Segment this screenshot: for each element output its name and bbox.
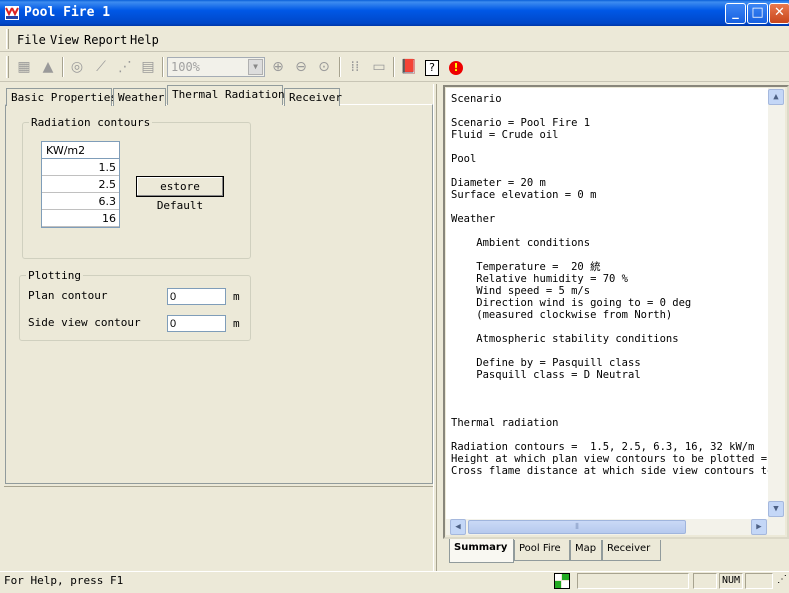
radiation-icon[interactable]: ◎ bbox=[67, 57, 87, 77]
summary-line: Fluid = Crude oil bbox=[451, 129, 559, 141]
summary-line: Diameter = 20 m bbox=[451, 177, 546, 189]
summary-line: Temperature = 20 統 bbox=[451, 261, 601, 273]
summary-line: Scenario bbox=[451, 93, 502, 105]
maximize-icon: □ bbox=[751, 5, 764, 20]
summary-line: Direction wind is going to = 0 deg bbox=[451, 297, 692, 309]
menu-report[interactable]: Report bbox=[84, 33, 127, 47]
menu-help[interactable]: Help bbox=[130, 33, 159, 47]
contour-graph-icon[interactable]: ⋰ bbox=[115, 57, 135, 77]
table-row[interactable]: 2.5 bbox=[42, 176, 119, 193]
book-icon[interactable]: 📕 bbox=[399, 57, 419, 77]
tab-bottom-receiver[interactable]: Receiver bbox=[602, 540, 661, 561]
left-bottom-pane bbox=[4, 486, 433, 570]
toolbar-separator bbox=[162, 57, 164, 77]
scroll-down-icon[interactable]: ▼ bbox=[768, 501, 784, 517]
tab-pool-fire[interactable]: Pool Fire bbox=[514, 540, 570, 561]
tab-basic-properties[interactable]: Basic Properties bbox=[6, 88, 117, 106]
minimize-button[interactable]: _ bbox=[725, 3, 746, 24]
scroll-right-icon[interactable]: ▶ bbox=[751, 519, 767, 535]
summary-line: Wind speed = 5 m/s bbox=[451, 285, 591, 297]
summary-line: (measured clockwise from North) bbox=[451, 309, 673, 321]
report-icon[interactable]: ▤ bbox=[138, 57, 158, 77]
status-pane-scrl bbox=[745, 573, 773, 589]
status-pane-cap bbox=[693, 573, 717, 589]
graph-icon[interactable]: ⟋ bbox=[91, 57, 111, 77]
menu-view[interactable]: View bbox=[50, 33, 79, 47]
side-view-contour-unit: m bbox=[233, 317, 240, 330]
tab-weather[interactable]: Weather bbox=[113, 88, 166, 106]
alert-icon[interactable]: ! bbox=[446, 57, 466, 77]
zoom-out-icon[interactable]: ⊖ bbox=[291, 57, 311, 77]
pool-shape-icon[interactable]: ▲ bbox=[38, 57, 58, 77]
grid-icon[interactable]: ⁞⁞ bbox=[345, 57, 365, 77]
radiation-contours-title: Radiation contours bbox=[29, 116, 153, 129]
table-row[interactable]: 32 bbox=[42, 227, 119, 228]
status-pane-blank bbox=[577, 573, 689, 589]
summary-line: Height at which plan view contours to be… bbox=[451, 453, 768, 465]
plan-contour-input[interactable] bbox=[167, 288, 226, 305]
status-num-indicator: NUM bbox=[719, 573, 743, 589]
pane-splitter[interactable] bbox=[433, 84, 437, 572]
table-row[interactable]: 6.3 bbox=[42, 193, 119, 210]
plotting-title: Plotting bbox=[26, 269, 83, 282]
scroll-up-icon[interactable]: ▲ bbox=[768, 89, 784, 105]
toolbar-separator bbox=[339, 57, 341, 77]
tab-thermal-radiation[interactable]: Thermal Radiation bbox=[167, 85, 285, 105]
table-row[interactable]: 1.5 bbox=[42, 159, 119, 176]
help-icon[interactable]: ? bbox=[422, 57, 442, 77]
summary-line: Define by = Pasquill class bbox=[451, 357, 641, 369]
table-row[interactable]: 16 bbox=[42, 210, 119, 227]
close-icon: ✕ bbox=[774, 5, 785, 20]
side-view-contour-label: Side view contour bbox=[28, 316, 141, 329]
vertical-scrollbar[interactable]: ▲ ▼ bbox=[768, 88, 785, 519]
summary-line: Cross flame distance at which side view … bbox=[451, 465, 768, 477]
legend-icon[interactable]: ▭ bbox=[369, 57, 389, 77]
toolbar-grip[interactable] bbox=[6, 56, 9, 78]
summary-line: Atmospheric stability conditions bbox=[451, 333, 679, 345]
toolbar-separator bbox=[62, 57, 64, 77]
summary-line: Weather bbox=[451, 213, 496, 225]
plan-contour-label: Plan contour bbox=[28, 289, 108, 302]
resize-grip-icon[interactable]: ⋰ bbox=[775, 573, 789, 589]
summary-line: Scenario = Pool Fire 1 bbox=[451, 117, 591, 129]
restore-default-button[interactable]: estore Default bbox=[136, 176, 224, 212]
horizontal-scroll-thumb[interactable]: ⦀ bbox=[468, 520, 686, 534]
close-button[interactable]: ✕ bbox=[769, 3, 789, 24]
menu-bar: File View Report Help bbox=[0, 26, 789, 52]
table-header: KW/m2 bbox=[42, 142, 119, 159]
menu-file[interactable]: File bbox=[17, 33, 46, 47]
summary-line: Surface elevation = 0 m bbox=[451, 189, 597, 201]
summary-line: Radiation contours = 1.5, 2.5, 6.3, 16, … bbox=[451, 441, 755, 453]
zoom-in-icon[interactable]: ⊕ bbox=[268, 57, 288, 77]
summary-line: Pool bbox=[451, 153, 477, 165]
status-grid-icon bbox=[554, 573, 570, 589]
app-logo-icon bbox=[5, 6, 19, 20]
radiation-contours-table[interactable]: KW/m2 1.5 2.5 6.3 16 32 bbox=[41, 141, 120, 228]
zoom-value: 100% bbox=[171, 60, 200, 74]
chevron-down-icon[interactable]: ▼ bbox=[248, 59, 263, 75]
summary-text-area[interactable]: Scenario Scenario = Pool Fire 1 Fluid = Cr… bbox=[446, 88, 768, 519]
scroll-left-icon[interactable]: ◀ bbox=[450, 519, 466, 535]
minimize-icon: _ bbox=[732, 5, 739, 20]
window-title: Pool Fire 1 bbox=[24, 5, 111, 20]
status-help-text: For Help, press F1 bbox=[4, 574, 124, 587]
tab-summary[interactable]: Summary bbox=[449, 539, 514, 563]
summary-line: Thermal radiation bbox=[451, 417, 559, 429]
summary-line: Pasquill class = D Neutral bbox=[451, 369, 641, 381]
zoom-fit-icon[interactable]: ⊙ bbox=[314, 57, 334, 77]
plan-contour-unit: m bbox=[233, 290, 240, 303]
zoom-combo[interactable]: 100% ▼ bbox=[167, 57, 265, 77]
tab-receiver[interactable]: Receiver bbox=[284, 88, 342, 106]
summary-line: Ambient conditions bbox=[451, 237, 591, 249]
calculator-icon[interactable]: ▦ bbox=[14, 57, 34, 77]
menubar-grip[interactable] bbox=[6, 29, 9, 49]
tab-map[interactable]: Map bbox=[570, 540, 602, 561]
title-bar: Pool Fire 1 _ □ ✕ bbox=[0, 0, 789, 26]
side-view-contour-input[interactable] bbox=[167, 315, 226, 332]
toolbar: ▦ ▲ ◎ ⟋ ⋰ ▤ ⊕ ⊖ ⊙ ⁞⁞ ▭ 📕 ? ! bbox=[0, 52, 789, 82]
summary-line: Relative humidity = 70 % bbox=[451, 273, 629, 285]
maximize-button[interactable]: □ bbox=[747, 3, 768, 24]
toolbar-separator bbox=[393, 57, 395, 77]
